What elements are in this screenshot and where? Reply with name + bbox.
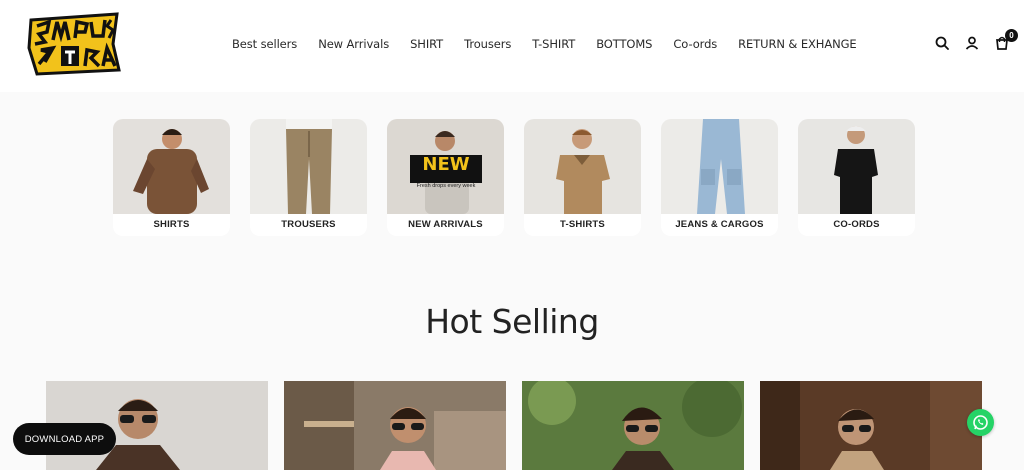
brand-logo[interactable] bbox=[27, 12, 121, 76]
user-icon[interactable] bbox=[964, 35, 980, 51]
category-label: CO-ORDS bbox=[798, 214, 915, 236]
new-badge-title: NEW bbox=[422, 154, 470, 175]
cart-icon[interactable]: 0 bbox=[994, 29, 1018, 51]
category-label: T-SHIRTS bbox=[524, 214, 641, 236]
header-actions: 0 bbox=[934, 29, 1018, 51]
hot-selling-products bbox=[46, 381, 982, 470]
product-image bbox=[284, 381, 506, 470]
product-image bbox=[760, 381, 982, 470]
new-badge-subtitle: Fresh drops every week bbox=[416, 183, 476, 189]
section-title-hot-selling: Hot Selling bbox=[425, 302, 599, 341]
product-card[interactable] bbox=[284, 381, 506, 470]
category-label: JEANS & CARGOS bbox=[661, 214, 778, 236]
category-card-t-shirts[interactable]: T-SHIRTS bbox=[524, 119, 641, 236]
nav-bottoms[interactable]: BOTTOMS bbox=[596, 37, 652, 51]
site-header: Best sellers New Arrivals SHIRT Trousers… bbox=[0, 0, 1024, 92]
nav-best-sellers[interactable]: Best sellers bbox=[232, 37, 297, 51]
nav-shirt[interactable]: SHIRT bbox=[410, 37, 443, 51]
nav-co-ords[interactable]: Co-ords bbox=[673, 37, 717, 51]
category-card-new-arrivals[interactable]: NEW Fresh drops every week NEW ARRIVALS bbox=[387, 119, 504, 236]
nav-trousers[interactable]: Trousers bbox=[464, 37, 511, 51]
shirts-photo bbox=[113, 119, 230, 214]
nav-t-shirt[interactable]: T-SHIRT bbox=[532, 37, 575, 51]
download-app-button[interactable]: DOWNLOAD APP bbox=[13, 423, 116, 455]
logo-graphic bbox=[27, 12, 121, 76]
whatsapp-icon[interactable] bbox=[967, 409, 994, 436]
search-icon[interactable] bbox=[934, 35, 950, 51]
product-card[interactable] bbox=[522, 381, 744, 470]
t-shirts-photo bbox=[524, 119, 641, 214]
category-label: SHIRTS bbox=[113, 214, 230, 236]
main-nav: Best sellers New Arrivals SHIRT Trousers… bbox=[232, 37, 878, 51]
trousers-photo bbox=[250, 119, 367, 214]
product-image bbox=[522, 381, 744, 470]
category-card-jeans-cargos[interactable]: JEANS & CARGOS bbox=[661, 119, 778, 236]
category-card-trousers[interactable]: TROUSERS bbox=[250, 119, 367, 236]
category-label: NEW ARRIVALS bbox=[387, 214, 504, 236]
category-label: TROUSERS bbox=[250, 214, 367, 236]
category-card-shirts[interactable]: SHIRTS bbox=[113, 119, 230, 236]
jeans-cargos-photo bbox=[661, 119, 778, 214]
co-ords-photo bbox=[798, 119, 915, 214]
new-badge: NEW bbox=[410, 155, 482, 183]
nav-new-arrivals[interactable]: New Arrivals bbox=[318, 37, 389, 51]
cart-count-badge: 0 bbox=[1005, 29, 1018, 42]
category-card-co-ords[interactable]: CO-ORDS bbox=[798, 119, 915, 236]
product-card[interactable] bbox=[760, 381, 982, 470]
nav-return-exchange[interactable]: RETURN & EXHANGE bbox=[738, 37, 857, 51]
category-strip: SHIRTS TROUSERS NEW Fresh drops every we… bbox=[113, 119, 915, 236]
